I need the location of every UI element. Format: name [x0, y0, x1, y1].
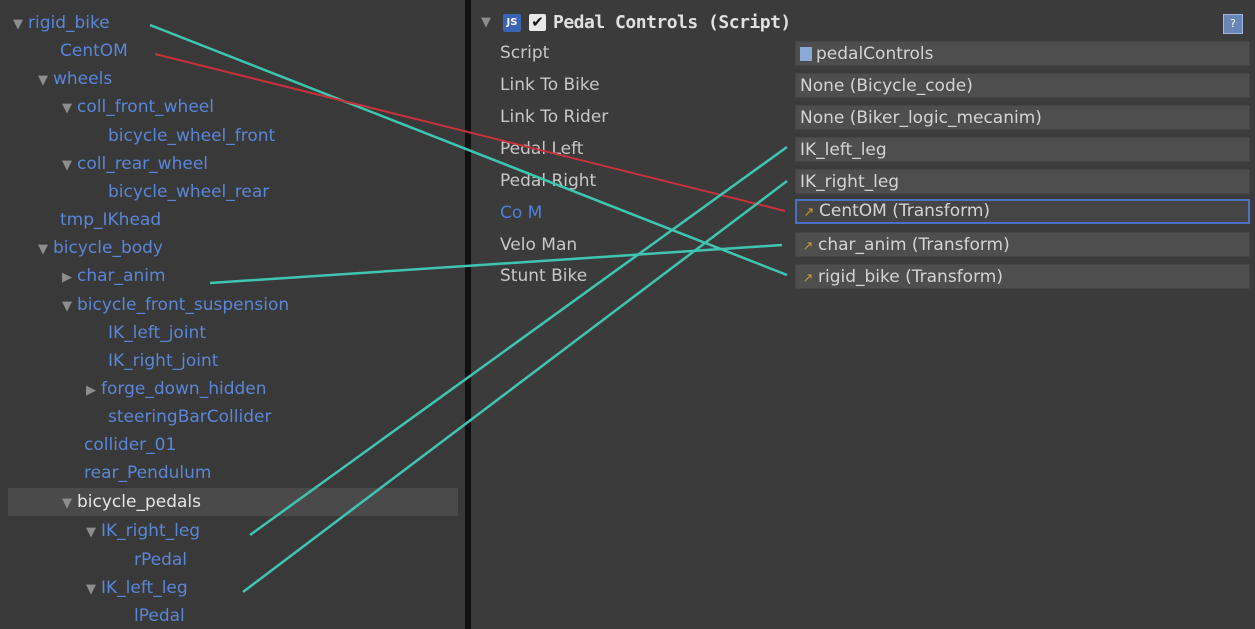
tree-item-wheels[interactable]: ▼ wheels: [38, 66, 112, 92]
tree-item-ik-right-leg[interactable]: ▼ IK_right_leg: [86, 518, 200, 544]
field-value: rigid_bike (Transform): [818, 267, 1003, 287]
tree-item-label: forge_down_hidden: [101, 379, 267, 399]
javascript-icon: JS: [503, 14, 521, 32]
component-title: Pedal Controls (Script): [553, 12, 791, 33]
tree-item-label: IK_left_leg: [101, 578, 188, 598]
tree-item-steeringbarcollider[interactable]: steeringBarCollider: [108, 404, 271, 430]
tree-item-label: coll_front_wheel: [77, 97, 214, 117]
tree-item-label: char_anim: [77, 266, 166, 286]
tree-item-ik-left-joint[interactable]: IK_left_joint: [108, 320, 206, 346]
tree-item-char-anim[interactable]: ▶ char_anim: [62, 263, 166, 289]
prop-label-velo-man: Velo Man: [500, 235, 578, 255]
tree-item-ik-left-leg[interactable]: ▼ IK_left_leg: [86, 575, 188, 601]
tree-item-label: steeringBarCollider: [108, 407, 272, 427]
tree-item-bicycle-front-suspension[interactable]: ▼ bicycle_front_suspension: [62, 292, 289, 318]
transform-icon: ↗: [802, 271, 814, 286]
tree-item-label: bicycle_wheel_rear: [108, 182, 270, 202]
tree-item-label: collider_01: [84, 435, 177, 455]
tree-item-lpedal[interactable]: lPedal: [134, 603, 185, 629]
expand-arrow-icon[interactable]: ▼: [62, 294, 74, 320]
tree-item-bicycle-body[interactable]: ▼ bicycle_body: [38, 235, 163, 261]
velo-man-field[interactable]: ↗ char_anim (Transform): [795, 232, 1250, 257]
tree-item-collider-01[interactable]: collider_01: [84, 432, 176, 458]
component-enabled-checkbox[interactable]: ✔: [529, 14, 546, 31]
field-value: char_anim (Transform): [818, 235, 1010, 255]
transform-icon: ↗: [802, 239, 814, 254]
tree-item-label: bicycle_pedals: [77, 492, 201, 512]
tree-item-label: lPedal: [134, 606, 185, 626]
tree-item-centom[interactable]: CentOM: [60, 38, 128, 64]
tree-item-tmp-ikhead[interactable]: tmp_IKhead: [60, 207, 161, 233]
tree-item-rigid-bike[interactable]: ▼ rigid_bike: [13, 10, 110, 36]
tree-item-coll-rear-wheel[interactable]: ▼ coll_rear_wheel: [62, 151, 208, 177]
tree-item-rear-pendulum[interactable]: rear_Pendulum: [84, 460, 211, 486]
expand-arrow-icon[interactable]: ▼: [38, 68, 50, 94]
tree-item-coll-front-wheel[interactable]: ▼ coll_front_wheel: [62, 94, 214, 120]
collapse-arrow-icon[interactable]: ▶: [86, 378, 98, 404]
tree-item-rpedal[interactable]: rPedal: [134, 547, 187, 573]
field-value: IK_right_leg: [800, 172, 900, 192]
transform-icon: ↗: [803, 205, 815, 220]
help-icon[interactable]: ?: [1223, 14, 1243, 34]
tree-item-label: rear_Pendulum: [84, 463, 212, 483]
expand-arrow-icon[interactable]: ▼: [62, 491, 74, 517]
field-value: pedalControls: [816, 44, 934, 64]
expand-arrow-icon[interactable]: ▼: [62, 153, 74, 179]
field-value: None (Biker_logic_mecanim): [800, 108, 1042, 128]
script-file-icon: [800, 47, 812, 61]
prop-label-pedal-left: Pedal Left: [500, 139, 584, 159]
field-value: None (Bicycle_code): [800, 76, 973, 96]
tree-item-bicycle-wheel-rear[interactable]: bicycle_wheel_rear: [108, 179, 269, 205]
expand-arrow-icon[interactable]: ▼: [86, 577, 98, 603]
tree-item-label: IK_right_leg: [101, 521, 201, 541]
tree-item-label: IK_left_joint: [108, 323, 206, 343]
expand-arrow-icon[interactable]: ▼: [86, 520, 98, 546]
tree-item-label: CentOM: [60, 41, 128, 61]
prop-label-link-to-bike: Link To Bike: [500, 75, 600, 95]
tree-item-label: bicycle_body: [53, 238, 163, 258]
script-field[interactable]: pedalControls: [795, 41, 1250, 66]
prop-label-script: Script: [500, 43, 550, 63]
collapse-arrow-icon[interactable]: ▶: [62, 265, 74, 291]
component-header[interactable]: ▼ JS ✔ Pedal Controls (Script) ?: [471, 10, 1255, 38]
tree-item-label: coll_rear_wheel: [77, 154, 208, 174]
tree-item-ik-right-joint[interactable]: IK_right_joint: [108, 348, 218, 374]
pedal-left-field[interactable]: IK_left_leg: [795, 137, 1250, 162]
prop-label-co-m: Co M: [500, 203, 543, 223]
prop-label-link-to-rider: Link To Rider: [500, 107, 609, 127]
tree-item-label: tmp_IKhead: [60, 210, 162, 230]
tree-item-label: wheels: [53, 69, 113, 89]
stunt-bike-field[interactable]: ↗ rigid_bike (Transform): [795, 264, 1250, 289]
tree-item-bicycle-wheel-front[interactable]: bicycle_wheel_front: [108, 123, 275, 149]
prop-label-pedal-right: Pedal Right: [500, 171, 597, 191]
expand-arrow-icon[interactable]: ▼: [13, 12, 25, 38]
tree-item-bicycle-pedals[interactable]: ▼ bicycle_pedals: [62, 489, 201, 515]
link-to-rider-field[interactable]: None (Biker_logic_mecanim): [795, 105, 1250, 130]
expand-arrow-icon[interactable]: ▼: [62, 96, 74, 122]
tree-item-label: bicycle_front_suspension: [77, 295, 290, 315]
pedal-right-field[interactable]: IK_right_leg: [795, 169, 1250, 194]
field-value: CentOM (Transform): [819, 201, 991, 221]
tree-item-label: IK_right_joint: [108, 351, 219, 371]
tree-item-label: rPedal: [134, 550, 188, 570]
tree-item-label: bicycle_wheel_front: [108, 126, 276, 146]
link-to-bike-field[interactable]: None (Bicycle_code): [795, 73, 1250, 98]
tree-item-label: rigid_bike: [28, 13, 110, 33]
fold-arrow-icon[interactable]: ▼: [481, 15, 491, 30]
tree-item-forge-down-hidden[interactable]: ▶ forge_down_hidden: [86, 376, 267, 402]
prop-label-stunt-bike: Stunt Bike: [500, 266, 588, 286]
field-value: IK_left_leg: [800, 140, 887, 160]
expand-arrow-icon[interactable]: ▼: [38, 237, 50, 263]
co-m-field[interactable]: ↗ CentOM (Transform): [795, 199, 1250, 224]
